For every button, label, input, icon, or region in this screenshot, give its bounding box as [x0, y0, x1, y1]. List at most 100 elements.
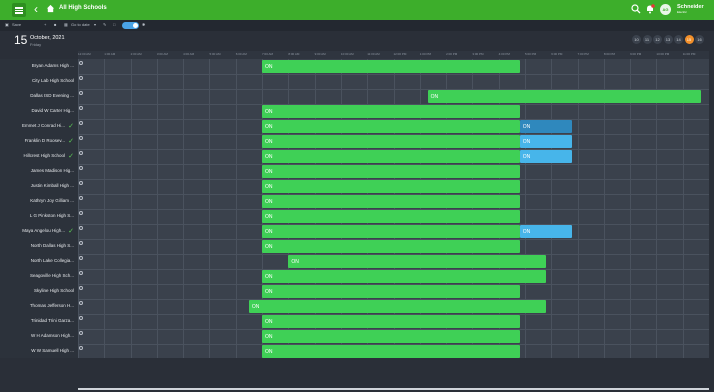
row-settings-icon[interactable]: [79, 316, 83, 320]
school-row-label[interactable]: W H Adamson High...: [0, 329, 78, 344]
horizontal-scrollbar[interactable]: [78, 388, 709, 390]
schedule-event-on[interactable]: ON: [262, 225, 520, 238]
row-settings-icon[interactable]: [79, 286, 83, 290]
school-row-label[interactable]: Franklin D Roosev... ✓: [0, 134, 78, 149]
bell-icon[interactable]: [645, 4, 655, 14]
schedule-event-on[interactable]: ON: [262, 345, 520, 358]
schedule-event-on[interactable]: ON: [262, 105, 520, 118]
row-settings-icon[interactable]: [79, 61, 83, 65]
row-settings-icon[interactable]: [79, 226, 83, 230]
schedule-event-on[interactable]: ON: [262, 285, 520, 298]
save-button[interactable]: Save: [12, 22, 21, 27]
school-row-label[interactable]: Seagoville High Sch...: [0, 269, 78, 284]
add-icon[interactable]: +: [44, 22, 46, 27]
override-event-on[interactable]: ON: [519, 150, 573, 163]
schedule-event-on[interactable]: ON: [262, 120, 520, 133]
school-row-label[interactable]: James Madison Hig...: [0, 164, 78, 179]
row-settings-icon[interactable]: [79, 256, 83, 260]
school-row-label[interactable]: Trinidad Trini Garza...: [0, 314, 78, 329]
hour-label: 2:00 PM: [446, 52, 458, 56]
row-settings-icon[interactable]: [79, 106, 83, 110]
back-chevron-icon[interactable]: ‹: [34, 2, 38, 16]
row-settings-icon[interactable]: [79, 271, 83, 275]
override-event-on[interactable]: ON: [519, 135, 573, 148]
day-pill-13[interactable]: 13: [663, 35, 673, 44]
row-settings-icon[interactable]: [79, 241, 83, 245]
event-label: ON: [265, 244, 273, 250]
row-settings-icon[interactable]: [79, 181, 83, 185]
schedule-event-on[interactable]: ON: [248, 300, 546, 313]
home-icon[interactable]: [46, 4, 55, 13]
settings-icon[interactable]: ✱: [142, 22, 145, 27]
school-row-label[interactable]: Kathryn Joy Gilliam ...: [0, 194, 78, 209]
row-settings-icon[interactable]: [79, 151, 83, 155]
school-name: North Lake Collegia...: [30, 258, 74, 263]
goto-date-button[interactable]: Go to date: [71, 22, 90, 27]
school-row-label[interactable]: Bryan Adams High ...: [0, 59, 78, 74]
school-row-label[interactable]: L G Pinkston High S...: [0, 209, 78, 224]
schedule-event-on[interactable]: ON: [262, 240, 520, 253]
row-settings-icon[interactable]: [79, 211, 83, 215]
event-label: ON: [265, 169, 273, 175]
school-row-label[interactable]: Maya Angelou High... ✓: [0, 224, 78, 239]
school-row-label[interactable]: David W Carter Hig...: [0, 104, 78, 119]
event-label: ON: [522, 124, 531, 130]
school-row-label[interactable]: Justin Kimball High ...: [0, 179, 78, 194]
row-settings-icon[interactable]: [79, 91, 83, 95]
row-settings-icon[interactable]: [79, 301, 83, 305]
view-toggle[interactable]: [122, 22, 139, 29]
school-row-label[interactable]: North Lake Collegia...: [0, 254, 78, 269]
day-pill-12[interactable]: 12: [653, 35, 662, 44]
schedule-event-on[interactable]: ON: [262, 315, 520, 328]
row-settings-icon[interactable]: [79, 166, 83, 170]
day-pill-14[interactable]: 14: [674, 35, 683, 44]
schedule-event-on[interactable]: ON: [262, 210, 520, 223]
search-icon[interactable]: [631, 4, 641, 14]
schedule-event-on[interactable]: ON: [262, 60, 520, 73]
hour-label: 11:00 PM: [682, 52, 696, 56]
override-event-on[interactable]: ON: [519, 225, 573, 238]
school-row-label[interactable]: W W Samuell High ...: [0, 344, 78, 359]
save-icon[interactable]: ▣: [5, 22, 9, 27]
user-avatar[interactable]: AG: [660, 4, 671, 15]
school-row-label[interactable]: Dallas ISD Evening ...: [0, 89, 78, 104]
schedule-event-on[interactable]: ON: [262, 330, 520, 343]
school-row-label[interactable]: City Lab High School: [0, 74, 78, 89]
school-row-label[interactable]: Thomas Jefferson H...: [0, 299, 78, 314]
override-event-on[interactable]: ON: [519, 120, 573, 133]
chevron-down-icon[interactable]: ▾: [94, 22, 96, 27]
copy-icon[interactable]: □: [113, 22, 115, 27]
day-pill-10[interactable]: 10: [632, 35, 641, 44]
schedule-event-on[interactable]: ON: [262, 195, 520, 208]
schedule-event-on[interactable]: ON: [262, 165, 520, 178]
school-row-label[interactable]: Hillcrest High School ✓: [0, 149, 78, 164]
schedule-event-on[interactable]: ON: [262, 180, 520, 193]
day-pill-15[interactable]: 15: [684, 35, 694, 44]
menu-line: [15, 12, 23, 14]
row-settings-icon[interactable]: [79, 346, 83, 350]
school-name: Justin Kimball High ...: [30, 183, 74, 188]
schedule-event-on[interactable]: ON: [262, 150, 520, 163]
edit-icon[interactable]: ✎: [103, 22, 106, 27]
schedule-event-on[interactable]: ON: [262, 270, 546, 283]
schedule-event-on[interactable]: ON: [427, 90, 702, 103]
calendar-icon[interactable]: ▦: [64, 22, 68, 27]
row-settings-icon[interactable]: [79, 196, 83, 200]
row-settings-icon[interactable]: [79, 121, 83, 125]
row-settings-icon[interactable]: [79, 331, 83, 335]
school-row-label[interactable]: Emmet J Conrad Hi... ✓: [0, 119, 78, 134]
day-pill-11[interactable]: 11: [642, 35, 652, 44]
delete-icon[interactable]: ■: [54, 22, 56, 27]
schedule-event-on[interactable]: ON: [262, 135, 520, 148]
school-row-label[interactable]: Skyline High School: [0, 284, 78, 299]
row-settings-icon[interactable]: [79, 76, 83, 80]
schedule-event-on[interactable]: ON: [288, 255, 546, 268]
menu-button[interactable]: [12, 3, 26, 17]
day-pill-16[interactable]: 16: [695, 35, 704, 44]
schedule-row[interactable]: [78, 74, 709, 90]
school-name: North Dallas High S...: [30, 243, 74, 248]
row-settings-icon[interactable]: [79, 136, 83, 140]
event-label: ON: [265, 229, 273, 235]
school-row-label[interactable]: North Dallas High S...: [0, 239, 78, 254]
hour-label: 1:00 AM: [104, 52, 116, 56]
